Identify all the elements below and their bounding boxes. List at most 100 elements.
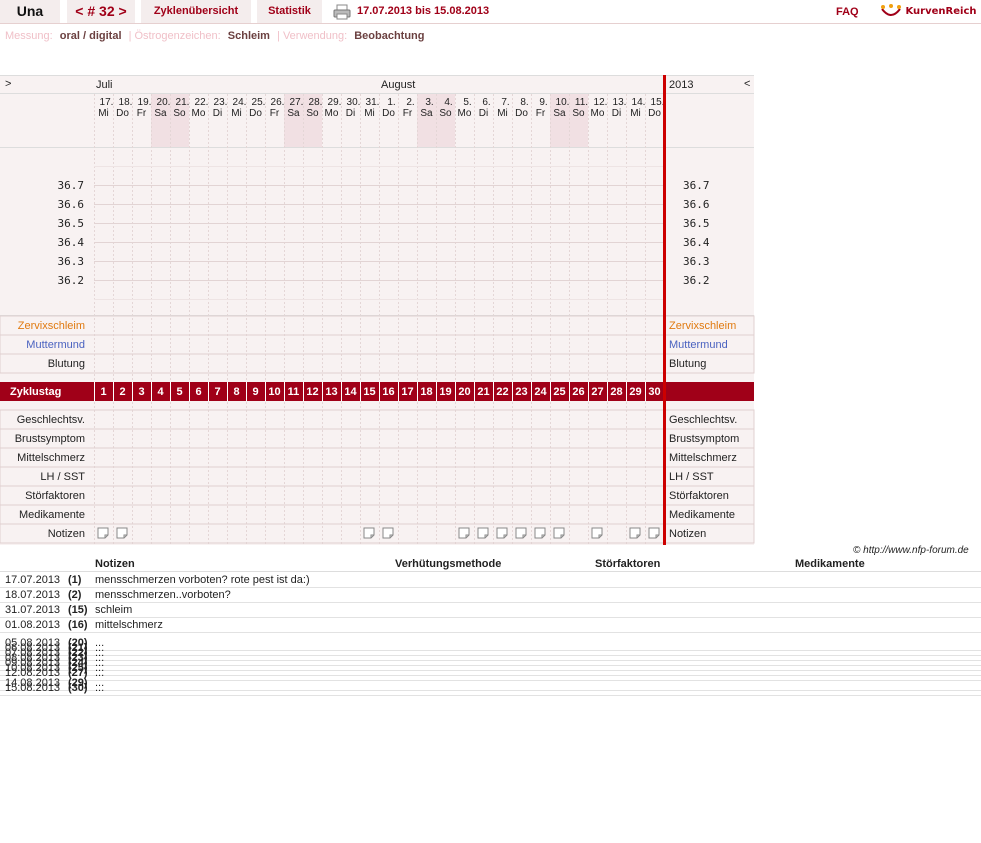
weekday: Mi — [98, 108, 109, 119]
note-icon[interactable] — [458, 527, 470, 539]
estrogen-label: Östrogenzeichen: — [134, 30, 221, 42]
day-date: 12. — [594, 97, 608, 108]
cycle-day-number: 23 — [515, 386, 527, 398]
separator: | — [128, 30, 132, 42]
measurement-value: oral / digital — [59, 30, 122, 42]
row-label-right: Mittelschmerz — [669, 452, 737, 464]
note-icon[interactable] — [629, 527, 641, 539]
chart-nav-right[interactable]: < — [744, 78, 750, 90]
notes-header: Störfaktoren — [595, 558, 661, 570]
temp-label-right: 36.6 — [683, 198, 710, 211]
cycle-day-number: 26 — [572, 386, 584, 398]
note-icon[interactable] — [382, 527, 394, 539]
estrogen-value: Schleim — [227, 30, 270, 42]
weekday: Fr — [270, 108, 280, 119]
weekday: Sa — [287, 108, 300, 119]
weekday: Mi — [231, 108, 242, 119]
weekday: Mi — [364, 108, 375, 119]
weekday: Di — [612, 108, 621, 119]
month-label: August — [381, 79, 415, 91]
notes-row: 01.08.2013 (16) mittelschmerz — [0, 618, 981, 633]
day-date: 19. — [138, 97, 152, 108]
cycle-day-number: 28 — [610, 386, 622, 398]
cycle-day-number: 10 — [268, 386, 280, 398]
note-icon[interactable] — [496, 527, 508, 539]
weekday: Di — [213, 108, 222, 119]
cycle-day-number: 7 — [214, 386, 220, 398]
cycle-day-number: 4 — [157, 386, 164, 398]
note-icon[interactable] — [97, 527, 109, 539]
cycle-day-number: 18 — [420, 386, 432, 398]
row-label-right: Notizen — [669, 528, 706, 540]
notes-date: 18.07.2013 — [5, 589, 61, 601]
notes-date: 15.08.2013 — [5, 682, 61, 694]
day-date: 3. — [425, 97, 433, 108]
cycle-day-number: 17 — [401, 386, 413, 398]
note-icon[interactable] — [534, 527, 546, 539]
faq-link[interactable]: FAQ — [836, 1, 859, 24]
day-date: 22. — [195, 97, 209, 108]
printer-icon[interactable] — [333, 4, 351, 20]
note-icon[interactable] — [515, 527, 527, 539]
weekday: Sa — [154, 108, 167, 119]
day-date: 29. — [328, 97, 342, 108]
row-label-left: Brustsymptom — [15, 433, 85, 445]
day-date: 18. — [119, 97, 133, 108]
row-label-right: LH / SST — [669, 471, 714, 483]
day-date: 26. — [271, 97, 285, 108]
row-label-left: Störfaktoren — [25, 490, 85, 502]
cycle-day-number: 2 — [119, 386, 125, 398]
row-label-left: Muttermund — [26, 339, 85, 351]
cycle-day-number: 6 — [195, 386, 201, 398]
cycle-day-number: 20 — [458, 386, 470, 398]
cycle-day-number: 29 — [629, 386, 641, 398]
note-icon[interactable] — [477, 527, 489, 539]
cycle-day-number: 5 — [176, 386, 182, 398]
cycle-day-number: 22 — [496, 386, 508, 398]
note-icon[interactable] — [648, 527, 660, 539]
notes-day: (15) — [68, 604, 88, 616]
row-label-right: Muttermund — [669, 339, 728, 351]
note-icon[interactable] — [553, 527, 565, 539]
day-date: 5. — [463, 97, 471, 108]
day-date: 25. — [252, 97, 266, 108]
cycle-navigator[interactable]: < # 32 > — [67, 0, 135, 23]
notes-header: Verhütungsmethode — [395, 558, 502, 570]
note-icon[interactable] — [591, 527, 603, 539]
temp-label-right: 36.5 — [683, 217, 710, 230]
chart-nav-left[interactable]: > — [5, 78, 11, 90]
weekday: Di — [479, 108, 488, 119]
kurvenreich-logo[interactable]: KurvenReich — [880, 0, 977, 23]
temp-label-right: 36.4 — [683, 236, 710, 249]
notes-date: 31.07.2013 — [5, 604, 61, 616]
note-icon[interactable] — [116, 527, 128, 539]
row-label-left: Zervixschleim — [18, 320, 85, 332]
cycle-day-number: 16 — [382, 386, 394, 398]
cycle-chart: > <2013Juli August17.Mi18.Do19.Fr20.Sa21.S… — [0, 75, 755, 545]
row-label-right: Geschlechtsv. — [669, 414, 737, 426]
measurement-label: Messung: — [5, 30, 53, 42]
note-icon[interactable] — [363, 527, 375, 539]
usage-label: Verwendung: — [282, 30, 348, 42]
notes-header-divider — [0, 571, 981, 572]
day-date: 31. — [366, 97, 380, 108]
notes-text: ... — [95, 682, 105, 694]
temp-label-right: 36.3 — [683, 255, 710, 268]
cycle-day-number: 14 — [344, 386, 357, 398]
tab-cycle-overview[interactable]: Zyklenübersicht — [141, 0, 251, 23]
user-name: Una — [0, 0, 60, 23]
month-label: Juli — [96, 79, 113, 91]
day-date: 24. — [233, 97, 247, 108]
notes-header: Notizen — [95, 558, 135, 570]
day-date: 20. — [157, 97, 171, 108]
day-date: 4. — [444, 97, 452, 108]
weekday: Do — [382, 108, 395, 119]
cycle-day-number: 9 — [252, 386, 258, 398]
notes-row: 18.07.2013 (2) mensschmerzen..vorboten? — [0, 588, 981, 603]
weekday: Mo — [458, 108, 472, 119]
temp-label-right: 36.2 — [683, 274, 710, 287]
weekday: Fr — [403, 108, 413, 119]
temp-label-left: 36.4 — [58, 236, 85, 249]
weekday: Mo — [591, 108, 605, 119]
tab-statistics[interactable]: Statistik — [257, 0, 322, 23]
